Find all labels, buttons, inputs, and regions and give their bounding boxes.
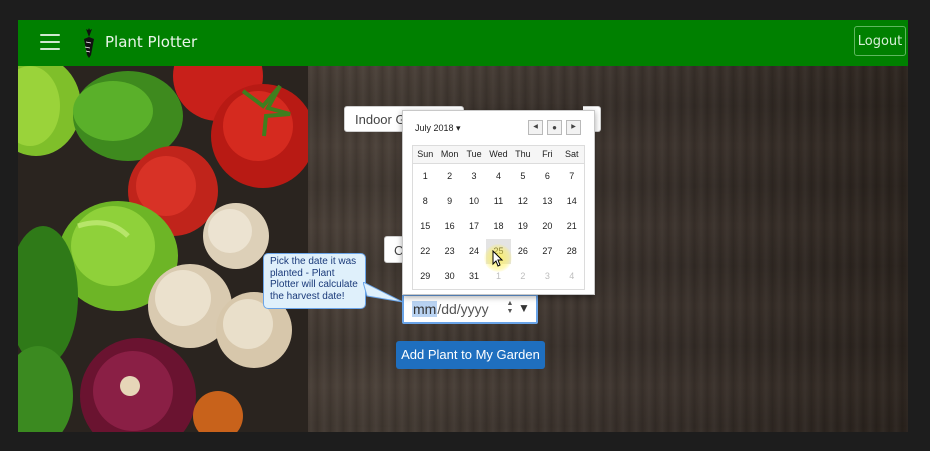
- weekday-label: Mon: [440, 149, 459, 159]
- calendar-day[interactable]: 20: [535, 214, 559, 239]
- calendar-week: 8 9 10 11 12 13 14: [413, 189, 584, 214]
- calendar-day-next-month[interactable]: 3: [535, 264, 559, 289]
- calendar-day[interactable]: 5: [511, 164, 535, 189]
- brand-title[interactable]: Plant Plotter: [105, 33, 197, 51]
- calendar-day[interactable]: 11: [486, 189, 510, 214]
- weekday-label: Wed: [489, 149, 508, 159]
- weekday-header: Sun Mon Tue Wed Thu Fri Sat: [413, 146, 584, 164]
- calendar-week: 15 16 17 18 19 20 21: [413, 214, 584, 239]
- hamburger-icon[interactable]: [40, 34, 60, 52]
- calendar-day-next-month[interactable]: 2: [511, 264, 535, 289]
- calendar-day[interactable]: 18: [486, 214, 510, 239]
- help-tooltip: Pick the date it was planted - Plant Plo…: [263, 253, 366, 309]
- calendar-day[interactable]: 21: [560, 214, 584, 239]
- calendar-day[interactable]: 1: [413, 164, 437, 189]
- calendar-day[interactable]: 7: [560, 164, 584, 189]
- calendar-day[interactable]: 10: [462, 189, 486, 214]
- weekday-label: Sun: [417, 149, 434, 159]
- calendar-day[interactable]: 4: [486, 164, 510, 189]
- calendar-day[interactable]: 30: [437, 264, 461, 289]
- app-window: Plant Plotter Logout Indoor Ga C Pick th…: [18, 20, 908, 432]
- calendar-day[interactable]: 13: [535, 189, 559, 214]
- date-placeholder: mm/dd/yyyy: [412, 301, 489, 317]
- calendar-day[interactable]: 2: [437, 164, 461, 189]
- date-dropdown-icon[interactable]: ▼: [518, 301, 530, 315]
- calendar-day[interactable]: 31: [462, 264, 486, 289]
- calendar-day[interactable]: 14: [560, 189, 584, 214]
- month-selector[interactable]: July 2018 ▾: [415, 123, 461, 134]
- calendar-day[interactable]: 6: [535, 164, 559, 189]
- calendar-day[interactable]: 8: [413, 189, 437, 214]
- calendar-day-next-month[interactable]: 4: [560, 264, 584, 289]
- calendar-day[interactable]: 22: [413, 239, 437, 264]
- calendar-day[interactable]: 26: [511, 239, 535, 264]
- chevron-left-icon[interactable]: ◀: [528, 120, 543, 135]
- add-plant-button[interactable]: Add Plant to My Garden: [396, 341, 545, 369]
- calendar-day[interactable]: 28: [560, 239, 584, 264]
- chevron-right-icon[interactable]: ▶: [566, 120, 581, 135]
- weekday-label: Thu: [515, 149, 531, 159]
- calendar-day[interactable]: 27: [535, 239, 559, 264]
- calendar-day[interactable]: 29: [413, 264, 437, 289]
- vegetables-image: [18, 66, 308, 432]
- calendar-day[interactable]: 24: [462, 239, 486, 264]
- dot-icon[interactable]: ●: [547, 120, 562, 135]
- calendar-day[interactable]: 3: [462, 164, 486, 189]
- date-spinner-icon[interactable]: ▲ ▼: [505, 300, 515, 318]
- logout-button[interactable]: Logout: [854, 26, 906, 56]
- calendar-day[interactable]: 12: [511, 189, 535, 214]
- tooltip-tail: [363, 282, 403, 303]
- weekday-label: Sat: [564, 149, 579, 159]
- calendar-day[interactable]: 23: [437, 239, 461, 264]
- calendar-day[interactable]: 9: [437, 189, 461, 214]
- weekday-label: Tue: [466, 149, 482, 159]
- mouse-pointer-icon: [492, 250, 504, 267]
- calendar-day[interactable]: 16: [437, 214, 461, 239]
- calendar-day[interactable]: 19: [511, 214, 535, 239]
- navbar: Plant Plotter Logout: [18, 20, 908, 66]
- calendar-day[interactable]: 15: [413, 214, 437, 239]
- calendar-day[interactable]: 17: [462, 214, 486, 239]
- weekday-label: Fri: [542, 149, 553, 159]
- planted-date-input[interactable]: mm/dd/yyyy ▲ ▼ ▼: [402, 294, 538, 324]
- carrot-icon: [84, 28, 94, 58]
- calendar-week: 1 2 3 4 5 6 7: [413, 164, 584, 189]
